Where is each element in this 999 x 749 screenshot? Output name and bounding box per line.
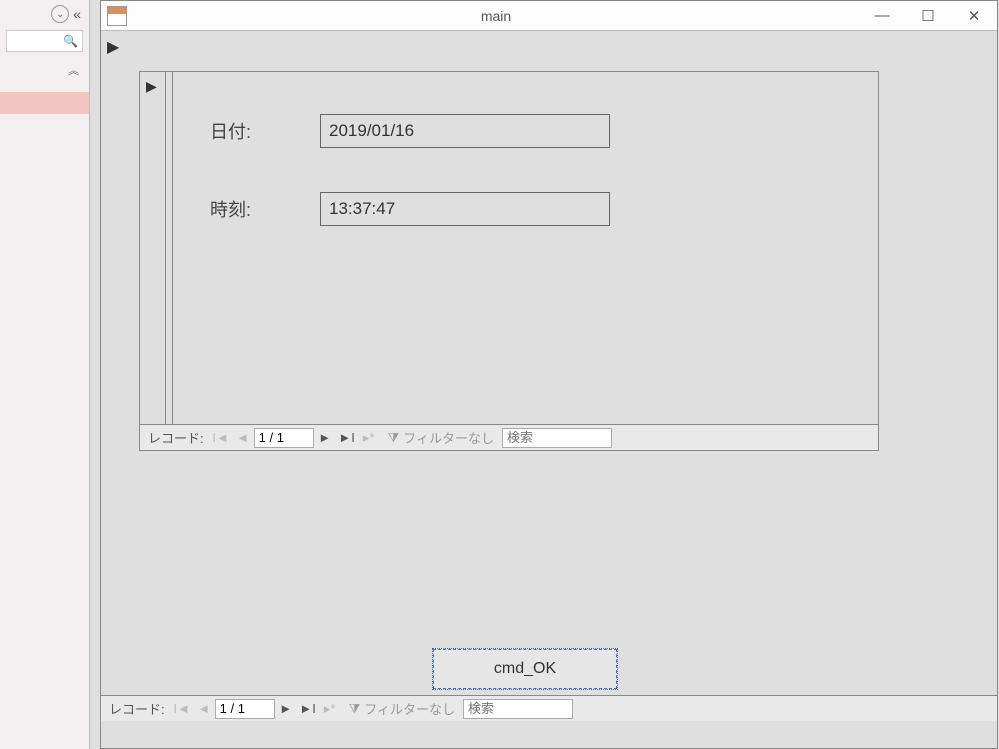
funnel-icon: ⧩: [388, 430, 400, 446]
cmd-ok-button[interactable]: cmd_OK: [433, 649, 617, 689]
prev-record-button[interactable]: ◄: [232, 427, 254, 449]
record-counter-input[interactable]: [254, 428, 314, 448]
form-icon: [107, 6, 127, 26]
close-button[interactable]: ✕: [951, 1, 997, 30]
outer-filter-text: フィルターなし: [364, 699, 455, 718]
outer-search-input[interactable]: [463, 699, 573, 719]
outer-last-record-button[interactable]: ►I: [297, 698, 319, 720]
subform-record-selector[interactable]: ▶: [140, 72, 166, 424]
outer-next-record-button[interactable]: ►: [275, 698, 297, 720]
form-body: ▶ ▶ 日付: 時刻: レコード: I◄ ◄ ► ►I ▸*: [101, 31, 997, 721]
subform-navigation-bar: レコード: I◄ ◄ ► ►I ▸* ⧩ フィルターなし: [140, 424, 878, 450]
outer-prev-record-button[interactable]: ◄: [193, 698, 215, 720]
outer-record-counter-input[interactable]: [215, 699, 275, 719]
last-record-button[interactable]: ►I: [336, 427, 358, 449]
window-title: main: [133, 8, 859, 24]
subform: ▶ 日付: 時刻: レコード: I◄ ◄ ► ►I ▸* ⧩: [139, 71, 879, 451]
filter-text: フィルターなし: [403, 428, 494, 447]
outer-nav-label: レコード:: [101, 699, 171, 718]
record-selector-icon[interactable]: ▶: [107, 37, 121, 53]
outer-navigation-bar: レコード: I◄ ◄ ► ►I ▸* ⧩ フィルターなし: [101, 695, 997, 721]
outer-filter-indicator[interactable]: ⧩ フィルターなし: [341, 699, 463, 718]
nav-search-box[interactable]: 🔍: [6, 30, 83, 52]
filter-indicator[interactable]: ⧩ フィルターなし: [380, 428, 502, 447]
titlebar: main — ☐ ✕: [101, 1, 997, 31]
time-field[interactable]: [320, 192, 610, 226]
first-record-button[interactable]: I◄: [210, 427, 232, 449]
date-label: 日付:: [210, 118, 320, 144]
new-record-button[interactable]: ▸*: [358, 427, 380, 449]
subform-nav-label: レコード:: [140, 428, 210, 447]
pane-collapse-control[interactable]: ⌄ «: [51, 5, 81, 23]
funnel-icon: ⧩: [349, 701, 361, 717]
nav-selected-item[interactable]: [0, 92, 89, 114]
shutter-open-icon: «: [73, 6, 81, 22]
search-icon: 🔍: [63, 34, 78, 48]
date-field[interactable]: [320, 114, 610, 148]
subform-divider: [172, 72, 173, 424]
form-window: main — ☐ ✕ ▶ ▶ 日付: 時刻: レコード: I◄: [100, 0, 998, 749]
navigation-pane: ⌄ « 🔍 ︽: [0, 0, 90, 749]
minimize-button[interactable]: —: [859, 1, 905, 30]
maximize-button[interactable]: ☐: [905, 1, 951, 30]
chevron-down-circle-icon: ⌄: [51, 5, 69, 23]
outer-first-record-button[interactable]: I◄: [171, 698, 193, 720]
next-record-button[interactable]: ►: [314, 427, 336, 449]
current-record-marker-icon: ▶: [146, 78, 157, 95]
time-label: 時刻:: [210, 196, 320, 222]
outer-new-record-button[interactable]: ▸*: [319, 698, 341, 720]
subform-search-input[interactable]: [502, 428, 612, 448]
group-collapse-icon[interactable]: ︽: [68, 62, 79, 78]
